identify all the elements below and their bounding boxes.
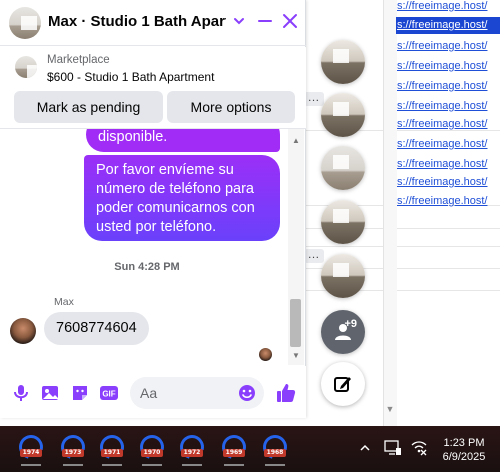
listing-photo — [321, 254, 365, 298]
link-cell[interactable]: s://freeimage.host/ — [396, 156, 500, 173]
monitor-icon[interactable] — [384, 440, 402, 456]
microphone-icon[interactable] — [11, 383, 31, 403]
message-timestamp: Sun 4:28 PM — [114, 261, 180, 273]
mark-as-pending-button[interactable]: Mark as pending — [14, 91, 163, 123]
app-label: 1969 — [223, 449, 245, 457]
running-indicator — [182, 464, 202, 466]
app-label: 1972 — [181, 449, 203, 457]
chevron-up-icon[interactable] — [359, 442, 371, 454]
app-label: 1970 — [141, 449, 163, 457]
sender-name: Max — [54, 296, 74, 308]
photo-icon[interactable] — [40, 383, 60, 403]
taskbar-app[interactable]: 1973 — [56, 430, 90, 466]
scrollbar-thumb[interactable] — [290, 299, 301, 347]
listing-photo — [321, 93, 365, 137]
sender-avatar[interactable] — [10, 318, 36, 344]
app-icon — [56, 430, 90, 464]
close-icon[interactable] — [281, 12, 299, 30]
gif-label: GIF — [102, 390, 115, 399]
thumbs-up-icon[interactable] — [275, 382, 297, 404]
link-cell[interactable]: s://freeimage.host/ — [396, 193, 500, 210]
app-label: 1971 — [101, 449, 123, 457]
running-indicator — [102, 464, 122, 466]
taskbar-app[interactable]: 1971 — [95, 430, 129, 466]
link-cell[interactable]: s://freeimage.host/ — [396, 0, 500, 15]
system-clock[interactable]: 1:23 PM 6/9/2025 — [434, 436, 494, 464]
minimize-icon[interactable] — [256, 12, 274, 30]
scroll-up-arrow[interactable]: ▲ — [292, 137, 300, 145]
chat-head-bubble[interactable] — [321, 40, 365, 84]
emoji-icon[interactable] — [238, 384, 256, 402]
listing-title[interactable]: $600 - Studio 1 Bath Apartment — [47, 70, 214, 84]
listing-photo — [321, 40, 365, 84]
link-cell[interactable]: s://freeimage.host/ — [396, 78, 500, 95]
taskbar-app[interactable]: 1972 — [175, 430, 209, 466]
app-icon — [175, 430, 209, 464]
chat-window: Max · Studio 1 Bath Apart... Marketplace… — [0, 0, 306, 418]
listing-photo — [321, 146, 365, 190]
app-icon — [258, 430, 292, 464]
link-column: s://freeimage.host/ s://freeimage.host/ … — [396, 0, 500, 426]
chat-head-bubble[interactable] — [321, 200, 365, 244]
clock-time: 1:23 PM — [443, 437, 485, 449]
sticker-icon[interactable] — [70, 383, 90, 403]
running-indicator — [224, 464, 244, 466]
app-icon — [95, 430, 129, 464]
more-chats-bubble[interactable]: +9 — [321, 310, 365, 354]
contact-avatar[interactable] — [9, 7, 41, 39]
listing-thumbnail[interactable] — [15, 56, 37, 78]
compose-icon — [334, 377, 351, 392]
listing-photo — [9, 7, 41, 39]
link-cell-selected[interactable]: s://freeimage.host/ — [396, 17, 500, 34]
outgoing-message[interactable]: disponible. — [86, 129, 280, 152]
incoming-message[interactable]: 7608774604 — [44, 312, 149, 345]
link-cell[interactable]: s://freeimage.host/ — [396, 98, 500, 115]
listing-photo — [321, 200, 365, 244]
link-cell[interactable]: s://freeimage.host/ — [396, 116, 500, 133]
running-indicator — [21, 464, 41, 466]
chat-head-bubble[interactable] — [321, 146, 365, 190]
seen-indicator-avatar — [259, 348, 272, 361]
more-chats-count: +9 — [344, 318, 357, 330]
running-indicator — [142, 464, 162, 466]
scroll-down-arrow[interactable]: ▼ — [292, 352, 300, 360]
new-message-button[interactable] — [321, 362, 365, 406]
link-cell[interactable]: s://freeimage.host/ — [396, 136, 500, 153]
outgoing-message[interactable]: Por favor envíeme su número de teléfono … — [84, 155, 280, 241]
taskbar-app[interactable]: 1970 — [135, 430, 169, 466]
link-cell[interactable]: s://freeimage.host/ — [396, 58, 500, 75]
chevron-down-icon[interactable] — [232, 14, 246, 28]
link-cell[interactable]: s://freeimage.host/ — [396, 174, 500, 191]
link-cell[interactable]: s://freeimage.host/ — [396, 38, 500, 55]
taskbar-app[interactable]: 1968 — [258, 430, 292, 466]
chat-head-bubble[interactable] — [321, 93, 365, 137]
message-list[interactable]: disponible. Por favor envíeme su número … — [0, 129, 288, 365]
marketplace-label: Marketplace — [47, 54, 110, 66]
app-icon — [14, 430, 48, 464]
running-indicator — [63, 464, 83, 466]
gif-icon[interactable]: GIF — [99, 383, 119, 403]
more-options-button[interactable]: More options — [167, 91, 295, 123]
chat-header[interactable]: Max · Studio 1 Bath Apart... — [0, 0, 306, 46]
network-icon[interactable] — [410, 440, 428, 456]
running-indicator — [265, 464, 285, 466]
page-scroll-down-arrow[interactable]: ▼ — [385, 404, 395, 414]
message-text: disponible. — [98, 129, 168, 145]
app-icon — [135, 430, 169, 464]
app-icon — [217, 430, 251, 464]
taskbar-app[interactable]: 1969 — [217, 430, 251, 466]
app-label: 1974 — [20, 449, 42, 457]
marketplace-listing-card: Marketplace $600 - Studio 1 Bath Apartme… — [0, 47, 306, 129]
app-label: 1968 — [264, 449, 286, 457]
listing-photo — [15, 56, 37, 78]
app-label: 1973 — [62, 449, 84, 457]
chat-head-bubble[interactable] — [321, 254, 365, 298]
taskbar-app[interactable]: 1974 — [14, 430, 48, 466]
clock-date: 6/9/2025 — [442, 451, 486, 463]
page-scrollbar[interactable] — [383, 0, 397, 426]
chat-title[interactable]: Max · Studio 1 Bath Apart... — [48, 13, 226, 30]
